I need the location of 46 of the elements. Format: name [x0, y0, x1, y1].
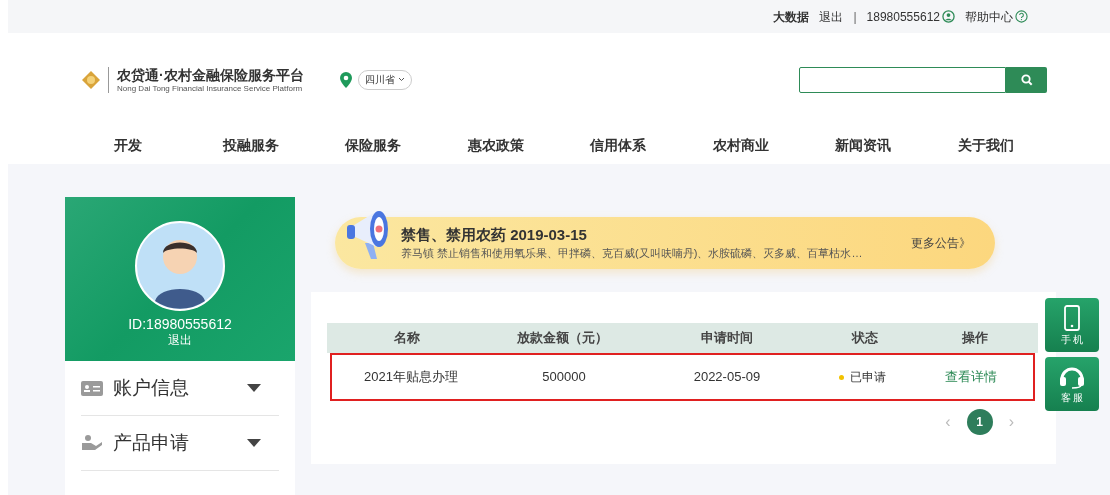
nav-link[interactable]: 惠农政策 — [434, 134, 557, 156]
logo-subtitle: Nong Dai Tong Financial Insurance Service Platform — [117, 83, 304, 94]
help-icon — [1015, 10, 1028, 23]
column-header: 申请时间 — [700, 329, 754, 348]
phone-link[interactable]: 18980555612 — [866, 7, 940, 26]
search-icon — [1020, 73, 1033, 86]
nav-link[interactable]: 关于我们 — [924, 134, 1047, 156]
id-card-icon — [81, 380, 103, 396]
column-header: 名称 — [393, 329, 421, 348]
phone-icon — [1064, 304, 1080, 331]
user-id: ID:18980555612 — [128, 315, 232, 333]
column-header: 放款金额（元） — [515, 329, 609, 348]
column-header: 状态 — [850, 329, 879, 348]
location-pin-icon — [339, 71, 352, 88]
nav-link[interactable]: 信用体系 — [557, 134, 680, 156]
nav-link[interactable]: 保险服务 — [312, 134, 435, 156]
search-field[interactable] — [799, 66, 1006, 93]
table-cell-text: 2021年贴息办理 — [363, 368, 459, 387]
notice-title: 禁售、禁用农药 2019-03-15 — [401, 225, 588, 245]
mobile-button[interactable]: 手 机 — [1045, 298, 1099, 352]
nav-link[interactable]: 农村商业 — [679, 134, 802, 156]
customer-service-button[interactable]: 客 服 — [1045, 357, 1099, 411]
status-text: 已申请 — [850, 369, 887, 386]
logout-link[interactable]: 退出 — [819, 7, 844, 26]
big-data-link[interactable]: 大数据 — [773, 7, 810, 26]
table-cell-text: 500000 — [541, 368, 587, 387]
chevron-down-icon — [397, 77, 405, 82]
more-notices-link[interactable]: 更多公告》 — [911, 234, 971, 252]
nav-link[interactable]: 投融服务 — [189, 134, 312, 156]
sidebar-item[interactable]: 产品申请 — [81, 416, 279, 471]
column-header: 操作 — [960, 329, 989, 348]
logo-icon — [82, 70, 100, 89]
nav-link[interactable]: 新闻资讯 — [802, 134, 925, 156]
hand-coin-icon — [81, 435, 103, 451]
table-cell-text: 2022-05-09 — [692, 368, 762, 387]
notice-banner[interactable]: 禁售、禁用农药 2019-03-15 养马镇 禁止销售和使用氧乐果、甲拌磷、克百威(又叫呋喃丹)、水胺硫磷、灭多威、百草枯水… 更多公告》 — [335, 217, 995, 269]
separator: | — [853, 8, 857, 26]
search-button[interactable] — [1006, 66, 1047, 93]
nav-link[interactable]: 开发 — [67, 134, 190, 156]
view-details-link[interactable]: 查看详情 — [909, 367, 1033, 387]
help-center-link[interactable]: 帮助中心 — [965, 7, 1013, 26]
logo-title: 农贷通·农村金融保险服务平台 — [117, 65, 304, 84]
user-icon — [942, 10, 955, 23]
page-button[interactable]: 1 — [966, 409, 993, 435]
notice-text: 养马镇 禁止销售和使用氧乐果、甲拌磷、克百威(又叫呋喃丹)、水胺硫磷、灭多威、百草枯水… — [401, 246, 864, 261]
sidebar-item[interactable]: 账户信息 — [81, 361, 279, 416]
